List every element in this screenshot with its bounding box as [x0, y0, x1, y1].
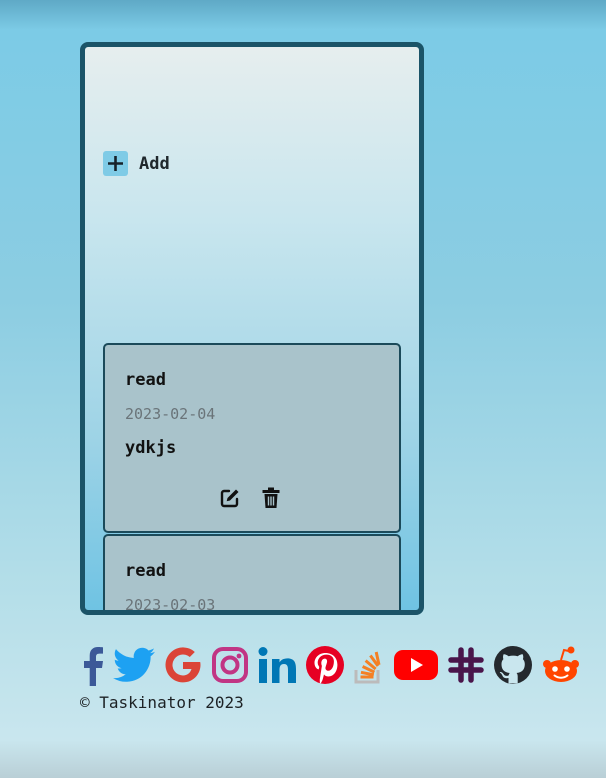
task-title: read	[125, 370, 166, 390]
edit-icon[interactable]	[219, 487, 241, 509]
task-card: read 2023-02-04 ydkjs	[103, 343, 401, 533]
task-title: read	[125, 561, 166, 581]
github-icon[interactable]	[493, 645, 533, 685]
plus-icon	[103, 151, 128, 176]
social-icons	[79, 644, 606, 686]
task-date: 2023-02-04	[125, 405, 216, 423]
youtube-icon[interactable]	[393, 648, 439, 682]
task-board: Add read 2023-02-04 ydkjs read 2023-02-0…	[80, 42, 424, 615]
linkedin-icon[interactable]	[257, 646, 297, 684]
add-task-button[interactable]: Add	[103, 151, 170, 176]
add-label: Add	[139, 153, 170, 174]
facebook-icon[interactable]	[79, 644, 105, 686]
stackoverflow-icon[interactable]	[353, 646, 385, 684]
instagram-icon[interactable]	[211, 646, 249, 684]
reddit-icon[interactable]	[541, 645, 581, 685]
task-actions	[219, 487, 281, 509]
twitter-icon[interactable]	[113, 647, 155, 683]
task-description: ydkjs	[125, 438, 177, 458]
pinterest-icon[interactable]	[305, 645, 345, 685]
google-icon[interactable]	[163, 645, 203, 685]
task-card: read 2023-02-03	[103, 534, 401, 614]
copyright-text: © Taskinator 2023	[80, 693, 244, 712]
trash-icon[interactable]	[261, 487, 281, 509]
task-date: 2023-02-03	[125, 596, 216, 614]
slack-icon[interactable]	[447, 646, 485, 684]
